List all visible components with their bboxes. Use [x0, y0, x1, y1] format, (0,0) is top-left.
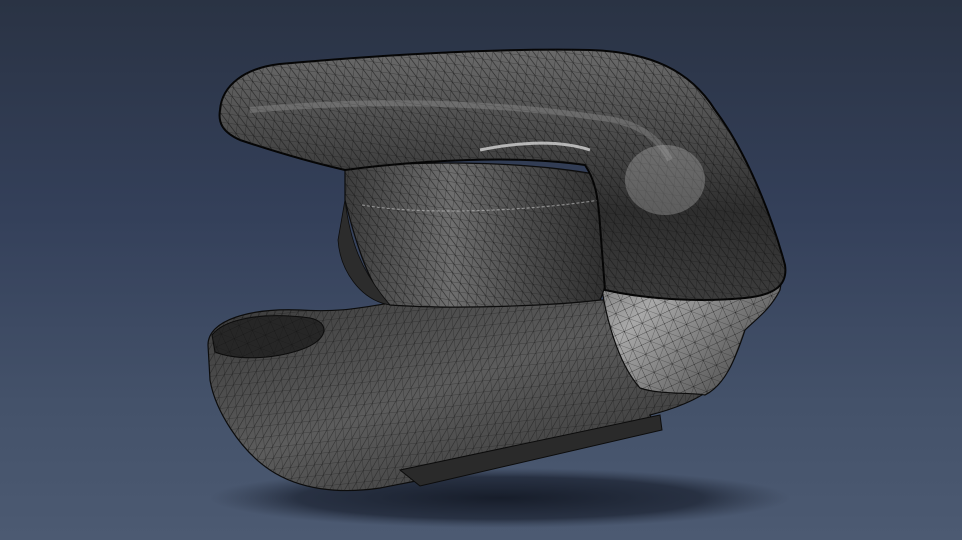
scene-canvas[interactable] [0, 0, 962, 540]
rear-highlight [625, 145, 705, 215]
neck-section[interactable] [337, 162, 611, 308]
3d-viewport[interactable] [0, 0, 962, 540]
